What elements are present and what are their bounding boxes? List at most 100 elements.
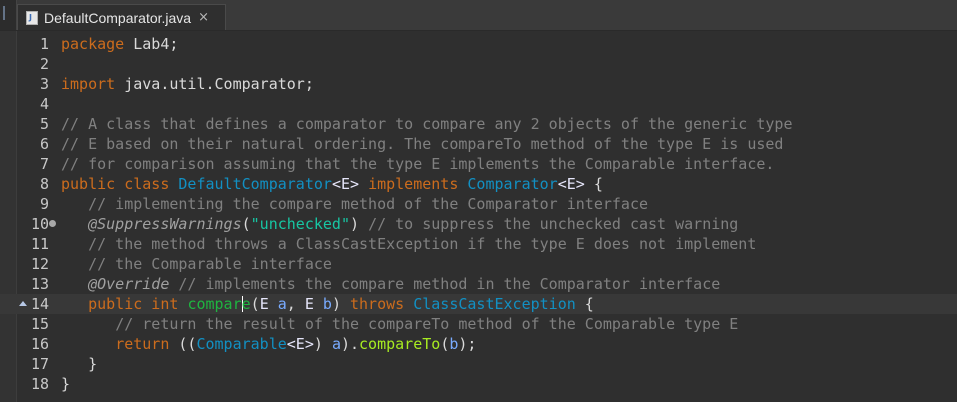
code-editor[interactable]: 1 package Lab4; 2 3 import java.util.Compara… xyxy=(0,31,957,402)
line-number: 9 xyxy=(39,195,49,213)
code-token: b xyxy=(322,295,332,313)
code-line[interactable]: 15 // return the result of the compareTo… xyxy=(0,314,957,334)
line-number: 5 xyxy=(39,115,49,133)
code-token: ( xyxy=(440,335,450,353)
code-line[interactable]: 7 // for comparison assuming that the typ… xyxy=(0,154,957,174)
code-line[interactable]: 2 xyxy=(0,54,957,74)
code-token: Lab4; xyxy=(124,35,179,53)
code-token: Comparable xyxy=(196,335,287,353)
line-number: 12 xyxy=(30,255,49,273)
code-line[interactable]: 6 // E based on their natural ordering. T… xyxy=(0,134,957,154)
code-line[interactable]: 1 package Lab4; xyxy=(0,34,957,54)
code-line[interactable]: 9 // implementing the compare method of … xyxy=(0,194,957,214)
code-line[interactable]: 12 // the Comparable interface xyxy=(0,254,957,274)
code-token: ClassCastException xyxy=(413,295,576,313)
code-token: <E> xyxy=(286,335,314,353)
code-token: ( xyxy=(250,295,260,313)
code-token: @SuppressWarnings xyxy=(88,215,242,233)
code-token: compareTo xyxy=(359,335,441,353)
code-token: // A class that defines a comparator to … xyxy=(61,115,793,133)
line-number: 7 xyxy=(39,155,49,173)
line-number: 15 xyxy=(30,315,49,333)
code-token: E xyxy=(259,295,269,313)
code-text: } xyxy=(61,354,97,374)
code-token: (( xyxy=(169,335,197,353)
code-text: @SuppressWarnings("unchecked") // to sup… xyxy=(61,214,738,234)
line-number: 13 xyxy=(30,275,49,293)
code-text: // E based on their natural ordering. Th… xyxy=(61,134,783,154)
code-token: // the Comparable interface xyxy=(88,255,332,273)
handle-mark xyxy=(3,6,5,20)
code-line[interactable]: 3 import java.util.Comparator; xyxy=(0,74,957,94)
code-area[interactable]: 1 package Lab4; 2 3 import java.util.Compara… xyxy=(0,34,957,394)
line-number: 2 xyxy=(39,55,49,73)
code-text: return ((Comparable<E>) a).compareTo(b); xyxy=(61,334,476,354)
code-line[interactable]: 13 @Override // implements the compare m… xyxy=(0,274,957,294)
code-line[interactable]: 18} xyxy=(0,374,957,394)
code-token: implements xyxy=(368,175,459,193)
code-token: ); xyxy=(458,335,477,353)
code-token: // implements the compare method in the … xyxy=(178,275,721,293)
line-number: 8 xyxy=(39,175,49,193)
code-line[interactable]: 8 public class DefaultComparator<E> imple… xyxy=(0,174,957,194)
code-token: public int xyxy=(88,295,179,313)
code-token: compar xyxy=(187,295,242,313)
code-token: // to suppress the unchecked cast warnin… xyxy=(368,215,739,233)
code-token: ) xyxy=(331,295,350,313)
code-line[interactable]: 5 // A class that defines a comparator to… xyxy=(0,114,957,134)
code-token: <E> xyxy=(331,175,360,193)
line-number: 17 xyxy=(30,355,49,373)
code-text: // the Comparable interface xyxy=(61,254,332,274)
code-line[interactable]: 4 xyxy=(0,94,957,114)
code-line[interactable]: 11 // the method throws a ClassCastExcep… xyxy=(0,234,957,254)
code-token: e xyxy=(241,295,251,313)
code-text: // the method throws a ClassCastExceptio… xyxy=(61,234,756,254)
code-text: import java.util.Comparator; xyxy=(61,74,314,94)
line-number: 16 xyxy=(30,335,49,353)
code-token: package xyxy=(61,35,125,53)
code-text: package Lab4; xyxy=(61,34,178,54)
code-token: { xyxy=(575,295,594,313)
line-number: 3 xyxy=(39,75,49,93)
line-number: 10 xyxy=(30,215,49,233)
override-indicator-icon[interactable] xyxy=(19,301,27,306)
code-token: , xyxy=(286,295,305,313)
code-token: ) xyxy=(313,335,332,353)
code-token: { xyxy=(584,175,603,193)
code-token: throws xyxy=(350,295,405,313)
tab-default-comparator[interactable]: J DefaultComparator.java × xyxy=(17,4,226,30)
code-token: "unchecked" xyxy=(250,215,350,233)
code-token: @Override xyxy=(88,275,170,293)
code-line[interactable]: 10 @SuppressWarnings("unchecked") // to … xyxy=(0,214,957,234)
code-token: ( xyxy=(241,215,251,233)
java-file-icon: J xyxy=(26,10,38,25)
code-token: Comparator xyxy=(467,175,558,193)
code-text: public class DefaultComparator<E> implem… xyxy=(61,174,603,194)
code-token: return xyxy=(115,335,170,353)
line-number: 6 xyxy=(39,135,49,153)
line-number: 11 xyxy=(30,235,49,253)
close-icon[interactable]: × xyxy=(198,10,209,25)
code-text: // return the result of the compareTo me… xyxy=(61,314,738,334)
code-token: } xyxy=(61,355,98,373)
code-line[interactable]: 14 public int compare(E a, E b) throws C… xyxy=(0,294,957,314)
code-token: } xyxy=(61,375,71,393)
editor-side-handle[interactable] xyxy=(0,0,17,30)
editor-tab-bar: J DefaultComparator.java × xyxy=(0,0,957,31)
code-token: ) xyxy=(350,215,369,233)
code-line[interactable]: 16 return ((Comparable<E>) a).compareTo(… xyxy=(0,334,957,354)
code-line[interactable]: 17 } xyxy=(0,354,957,374)
fold-marker-icon[interactable] xyxy=(49,220,56,227)
line-number: 4 xyxy=(39,95,49,113)
code-text: } xyxy=(61,374,70,394)
code-text: // implementing the compare method of th… xyxy=(61,194,648,214)
